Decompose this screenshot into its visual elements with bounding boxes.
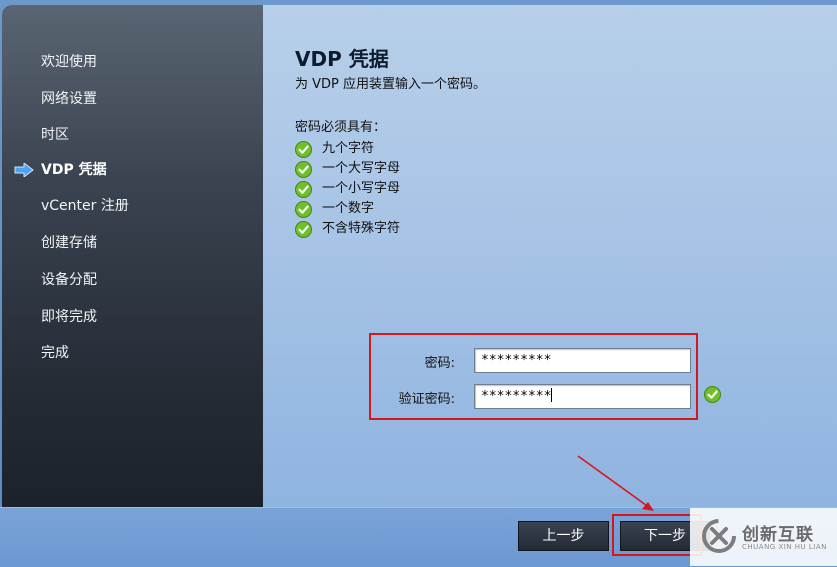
requirement-text: 一个小写字母	[322, 181, 401, 196]
watermark: 创新互联 CHUANG XIN HU LIAN	[690, 508, 837, 566]
sidebar-item-label: 时区	[41, 127, 69, 143]
sidebar-item-device-allocation[interactable]: 设备分配	[2, 268, 263, 292]
green-check-icon	[704, 386, 721, 403]
green-check-icon	[295, 221, 312, 238]
page-title: VDP 凭据	[295, 47, 389, 71]
green-check-icon	[295, 141, 312, 158]
confirm-password-value: *********	[481, 389, 552, 404]
password-label: 密码:	[424, 356, 455, 371]
sidebar-item-label: VDP 凭据	[41, 162, 107, 178]
sidebar-item-label: 完成	[41, 345, 69, 361]
confirm-password-input[interactable]: *********	[474, 384, 691, 409]
watermark-logo-icon	[702, 519, 736, 553]
sidebar-item-label: 设备分配	[41, 272, 97, 288]
requirements-heading: 密码必须具有：	[295, 120, 387, 135]
green-check-icon	[295, 201, 312, 218]
arrow-right-icon	[14, 163, 34, 177]
sidebar-item-label: vCenter 注册	[41, 198, 129, 214]
green-check-icon	[295, 181, 312, 198]
sidebar-item-label: 创建存储	[41, 235, 97, 251]
page-subtitle: 为 VDP 应用装置输入一个密码。	[295, 77, 487, 92]
sidebar-item-vdp-credentials[interactable]: VDP 凭据	[2, 158, 263, 182]
previous-button[interactable]: 上一步	[518, 521, 609, 551]
sidebar-item-create-storage[interactable]: 创建存储	[2, 231, 263, 255]
sidebar-item-welcome[interactable]: 欢迎使用	[2, 50, 263, 74]
next-button-highlight	[612, 514, 702, 556]
green-check-icon	[295, 161, 312, 178]
sidebar-item-timezone[interactable]: 时区	[2, 123, 263, 147]
sidebar-item-label: 即将完成	[41, 309, 97, 325]
text-caret	[551, 388, 553, 402]
sidebar-item-complete[interactable]: 完成	[2, 341, 263, 365]
requirement-text: 一个大写字母	[322, 161, 401, 176]
watermark-text: 创新互联	[742, 525, 814, 545]
sidebar-item-label: 欢迎使用	[41, 54, 97, 70]
requirement-text: 九个字符	[322, 141, 375, 156]
sidebar-item-vcenter-registration[interactable]: vCenter 注册	[2, 194, 263, 218]
password-input[interactable]: *********	[474, 348, 691, 373]
watermark-subtext: CHUANG XIN HU LIAN	[742, 543, 827, 551]
sidebar-item-network-settings[interactable]: 网络设置	[2, 87, 263, 111]
requirement-text: 一个数字	[322, 201, 375, 216]
sidebar-item-label: 网络设置	[41, 91, 97, 107]
requirement-text: 不含特殊字符	[322, 221, 401, 236]
sidebar-item-ready-to-complete[interactable]: 即将完成	[2, 305, 263, 329]
password-value: *********	[481, 353, 552, 368]
confirm-password-label: 验证密码:	[398, 392, 455, 407]
wizard-sidebar: 欢迎使用 网络设置 时区 VDP 凭据 vCenter 注册 创建存储 设备分配…	[2, 5, 263, 507]
annotation-arrow-icon	[577, 455, 654, 511]
